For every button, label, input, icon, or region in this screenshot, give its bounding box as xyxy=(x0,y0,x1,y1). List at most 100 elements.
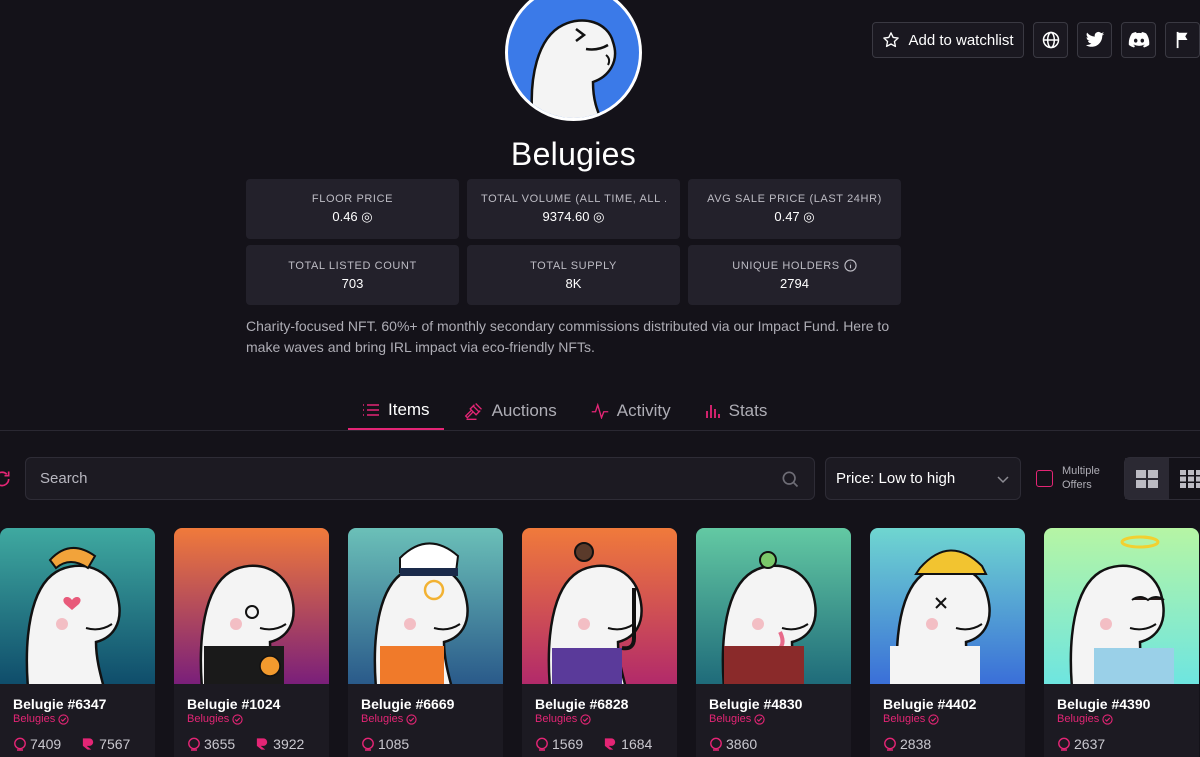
verified-icon xyxy=(232,713,243,725)
nft-price: 2838 xyxy=(900,736,932,752)
nft-collection[interactable]: Belugies xyxy=(13,713,69,725)
nft-rank: 3922 xyxy=(273,736,305,752)
nft-card[interactable]: Belugie #4390 Belugies 2637 xyxy=(1044,528,1199,757)
nft-stats: 1569 1684 xyxy=(535,736,652,752)
verified-icon xyxy=(754,713,765,725)
multiple-offers-label: Multiple Offers xyxy=(1062,464,1100,492)
verified-icon xyxy=(1102,713,1113,725)
nft-card[interactable]: Belugie #6347 Belugies 7409 7567 xyxy=(0,528,155,757)
gavel-icon xyxy=(464,403,482,420)
search-input[interactable] xyxy=(40,470,780,487)
label-line-1: Multiple xyxy=(1062,465,1100,477)
nft-stats: 7409 7567 xyxy=(13,736,130,752)
label-line-2: Offers xyxy=(1062,479,1092,491)
multiple-offers-checkbox[interactable] xyxy=(1036,469,1053,487)
stats-grid: FLOOR PRICE 0.46 ◎ TOTAL VOLUME (ALL TIM… xyxy=(246,179,901,305)
info-icon[interactable] xyxy=(844,259,857,272)
nft-image[interactable] xyxy=(0,528,155,684)
verified-icon xyxy=(580,713,591,725)
nft-price: 3860 xyxy=(726,736,758,752)
sort-select[interactable]: Price: Low to high xyxy=(825,457,1021,500)
list-icon xyxy=(363,404,379,416)
nft-name: Belugie #6347 xyxy=(13,696,107,712)
stat-unique-holders: UNIQUE HOLDERS 2794 xyxy=(688,245,901,305)
twitter-icon xyxy=(1085,31,1104,47)
nft-collection[interactable]: Belugies xyxy=(883,713,939,725)
stat-value: 2794 xyxy=(780,276,809,291)
large-grid-view-button[interactable] xyxy=(1125,458,1169,499)
stat-floor-price: FLOOR PRICE 0.46 ◎ xyxy=(246,179,459,239)
nft-image[interactable] xyxy=(174,528,329,684)
search-box xyxy=(25,457,815,500)
nft-grid: Belugie #6347 Belugies 7409 7567 Belugie… xyxy=(0,528,1200,757)
nft-image[interactable] xyxy=(870,528,1025,684)
nft-name: Belugie #1024 xyxy=(187,696,281,712)
price-icon xyxy=(1058,737,1070,751)
tab-stats[interactable]: Stats xyxy=(691,392,782,430)
collection-name: Belugies xyxy=(1057,713,1100,725)
chevron-down-icon xyxy=(997,475,1009,483)
stat-value: 8K xyxy=(565,275,582,291)
flag-icon xyxy=(1176,31,1187,49)
stat-value: 703 xyxy=(341,275,364,291)
sort-value: Price: Low to high xyxy=(836,470,956,487)
nft-collection[interactable]: Belugies xyxy=(361,713,417,725)
tab-label: Stats xyxy=(728,401,768,420)
collection-description: Charity-focused NFT. 60%+ of monthly sec… xyxy=(246,318,890,355)
collection-name: Belugies xyxy=(13,713,56,725)
nft-collection[interactable]: Belugies xyxy=(709,713,765,725)
nft-collection[interactable]: Belugies xyxy=(535,713,591,725)
nft-price: 1085 xyxy=(378,736,410,752)
nft-image[interactable] xyxy=(522,528,677,684)
rank-icon xyxy=(257,738,268,750)
verified-icon xyxy=(406,713,417,725)
nft-image[interactable] xyxy=(696,528,851,684)
small-grid-view-button[interactable] xyxy=(1169,458,1200,499)
discord-icon xyxy=(1128,32,1149,48)
small-grid-icon xyxy=(1180,469,1200,488)
search-icon[interactable] xyxy=(780,469,800,489)
stat-total-volume: TOTAL VOLUME (ALL TIME, ALL ... 9374.60 … xyxy=(467,179,680,239)
price-icon xyxy=(884,737,896,751)
nft-name: Belugie #4402 xyxy=(883,696,977,712)
stat-label: UNIQUE HOLDERS xyxy=(732,259,840,272)
refresh-button[interactable] xyxy=(0,469,12,494)
twitter-button[interactable] xyxy=(1077,22,1112,58)
price-icon xyxy=(188,737,200,751)
stat-value: 0.46 ◎ xyxy=(332,209,373,224)
nft-price: 2637 xyxy=(1074,736,1106,752)
nft-collection[interactable]: Belugies xyxy=(187,713,243,725)
nft-card[interactable]: Belugie #6669 Belugies 1085 xyxy=(348,528,503,757)
website-button[interactable] xyxy=(1033,22,1068,58)
nft-card[interactable]: Belugie #1024 Belugies 3655 3922 xyxy=(174,528,329,757)
view-toggle xyxy=(1124,457,1200,500)
nft-price: 1569 xyxy=(552,736,584,752)
nft-card[interactable]: Belugie #6828 Belugies 1569 1684 xyxy=(522,528,677,757)
tab-bar: Items Auctions Activity Stats xyxy=(348,392,787,430)
add-to-watchlist-button[interactable]: Add to watchlist xyxy=(872,22,1024,58)
nft-name: Belugie #4830 xyxy=(709,696,803,712)
price-icon xyxy=(710,737,722,751)
stat-label: TOTAL SUPPLY xyxy=(530,259,617,272)
verified-icon xyxy=(928,713,939,725)
nft-card[interactable]: Belugie #4402 Belugies 2838 xyxy=(870,528,1025,757)
stat-avg-sale-price: AVG SALE PRICE (LAST 24HR) 0.47 ◎ xyxy=(688,179,901,239)
tab-activity[interactable]: Activity xyxy=(577,392,685,430)
tab-items[interactable]: Items xyxy=(348,392,444,430)
tab-auctions[interactable]: Auctions xyxy=(450,392,571,430)
nft-collection[interactable]: Belugies xyxy=(1057,713,1113,725)
nft-price: 3655 xyxy=(204,736,236,752)
discord-button[interactable] xyxy=(1121,22,1156,58)
tab-divider xyxy=(0,430,1200,431)
rank-icon xyxy=(605,738,616,750)
stat-label: TOTAL LISTED COUNT xyxy=(288,259,417,272)
collection-avatar xyxy=(505,0,642,121)
report-button[interactable] xyxy=(1165,22,1200,58)
collection-name: Belugies xyxy=(535,713,578,725)
globe-icon xyxy=(1042,31,1059,49)
nft-card[interactable]: Belugie #4830 Belugies 3860 xyxy=(696,528,851,757)
multiple-offers-filter: Multiple Offers xyxy=(1036,464,1100,492)
nft-image[interactable] xyxy=(1044,528,1199,684)
nft-image[interactable] xyxy=(348,528,503,684)
large-grid-icon xyxy=(1136,469,1158,488)
